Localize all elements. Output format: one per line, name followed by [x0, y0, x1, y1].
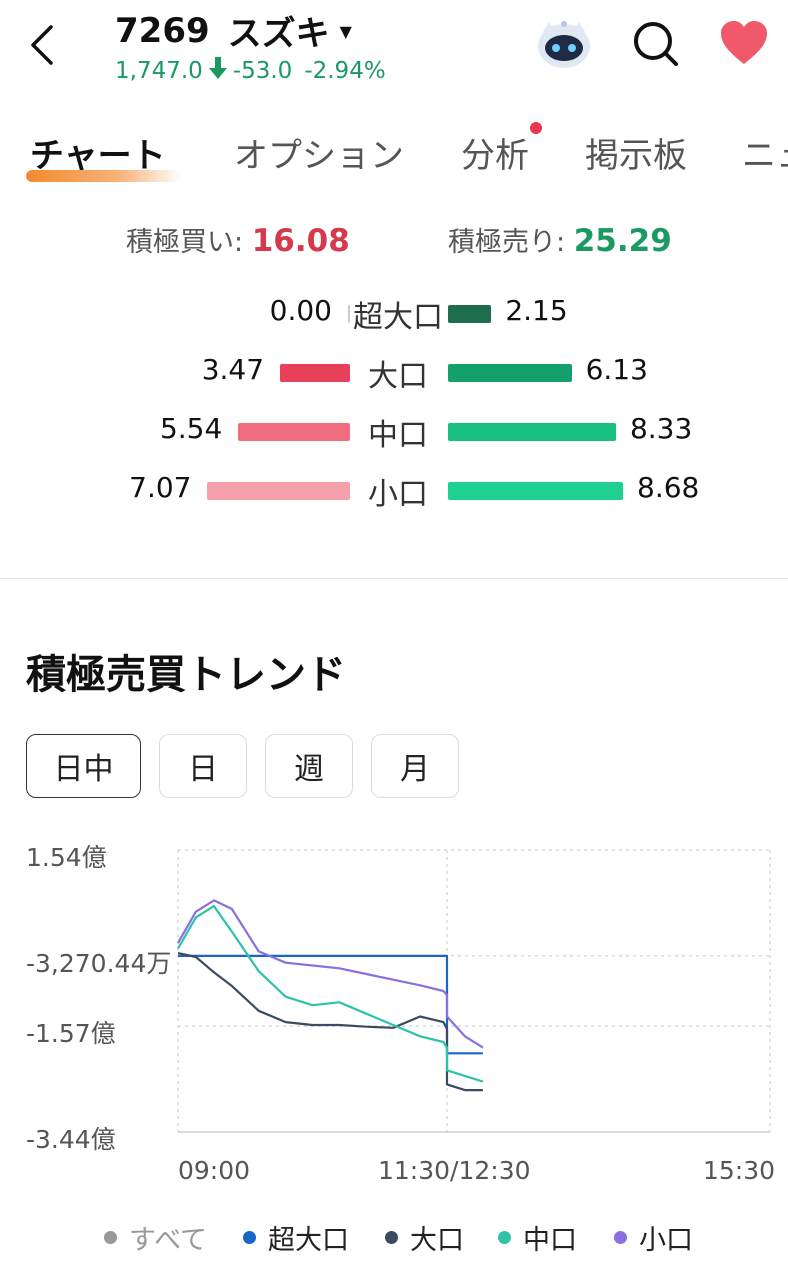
caret-down-icon: ▼ — [339, 22, 352, 41]
sell-value: 8.33 — [629, 412, 693, 445]
active-buy-value: 16.08 — [251, 223, 350, 259]
arrow-down-icon — [208, 57, 227, 85]
legend-label: 小口 — [639, 1225, 693, 1256]
search-button[interactable] — [630, 18, 682, 70]
legend-label: 超大口 — [268, 1225, 349, 1256]
search-icon — [634, 22, 678, 66]
tab-bar: チャート オプション 分析 掲示板 ニュ — [0, 128, 788, 188]
sell-value: 6.13 — [585, 353, 648, 386]
x-tick-label: 15:30 — [703, 1156, 776, 1185]
notification-dot — [530, 122, 542, 134]
sell-value: 2.15 — [505, 294, 568, 327]
flow-row: 3.47 大口 6.13 — [0, 349, 788, 394]
tab-news[interactable]: ニュ — [742, 128, 788, 177]
buy-value: 5.54 — [159, 412, 223, 445]
legend-item[interactable]: 中口 — [498, 1218, 577, 1257]
flow-row: 7.07 小口 8.68 — [0, 467, 788, 512]
period-intraday[interactable]: 日中 — [26, 734, 141, 798]
trend-title: 積極売買トレンド — [26, 652, 346, 698]
legend-dot — [498, 1231, 511, 1244]
flow-summary: 積極買い: 16.08 積極売り: 25.29 — [0, 220, 788, 264]
sell-bar — [448, 364, 572, 382]
period-week[interactable]: 週 — [265, 734, 353, 798]
header: 7269 スズキ ▼ 1,747.0 -53.0 -2.94% — [0, 0, 788, 100]
legend-dot — [243, 1231, 256, 1244]
large-order-line — [177, 952, 483, 1092]
sell-bar — [448, 305, 492, 323]
tab-options[interactable]: オプション — [234, 128, 404, 177]
period-day[interactable]: 日 — [159, 734, 247, 798]
legend-item[interactable]: 大口 — [385, 1218, 464, 1257]
stock-name: スズキ — [227, 14, 330, 54]
active-buy: 積極買い: 16.08 — [126, 220, 350, 259]
trend-chart — [177, 849, 771, 1133]
legend-dot — [385, 1231, 398, 1244]
legend-label: 大口 — [410, 1225, 464, 1256]
buy-bar — [238, 423, 350, 441]
medium-order-line — [177, 904, 484, 1083]
price-value: 1,747.0 — [115, 58, 203, 84]
legend-label: 中口 — [523, 1225, 577, 1256]
back-button[interactable] — [22, 20, 62, 70]
flow-label: 小口 — [368, 477, 428, 512]
chevron-left-icon — [31, 25, 53, 65]
legend-dot — [614, 1231, 627, 1244]
buy-value: 7.07 — [129, 471, 192, 504]
heart-icon — [721, 21, 767, 64]
active-sell: 積極売り: 25.29 — [448, 220, 672, 259]
buy-value: 3.47 — [201, 353, 265, 386]
buy-bar — [207, 482, 350, 500]
price-change-pct: -2.94% — [304, 58, 386, 84]
legend-item[interactable]: 小口 — [614, 1218, 693, 1257]
robot-assistant-icon[interactable] — [535, 18, 593, 70]
legend-item[interactable]: 超大口 — [243, 1218, 349, 1257]
flow-row: 5.54 中口 8.33 — [0, 408, 788, 453]
price-line: 1,747.0 -53.0 -2.94% — [115, 57, 386, 85]
sell-bar — [448, 482, 623, 500]
stock-selector[interactable]: 7269 スズキ ▼ — [115, 6, 352, 55]
active-sell-label: 積極売り: — [448, 227, 566, 258]
flow-label: 超大口 — [353, 300, 443, 335]
x-tick-label: 09:00 — [178, 1156, 251, 1185]
tab-board[interactable]: 掲示板 — [585, 128, 687, 177]
x-tick-label: 11:30/12:30 — [378, 1156, 531, 1185]
section-divider — [0, 578, 788, 579]
super-large-order-line — [178, 954, 483, 1055]
sell-bar — [448, 423, 616, 441]
period-month[interactable]: 月 — [371, 734, 459, 798]
legend-item[interactable]: すべて — [104, 1218, 207, 1257]
tab-analysis[interactable]: 分析 — [461, 128, 529, 177]
active-sell-value: 25.29 — [573, 223, 672, 259]
flow-row: 0.00 超大口 2.15 — [0, 290, 788, 335]
flow-label: 中口 — [368, 418, 428, 453]
buy-value: 0.00 — [269, 294, 332, 327]
favorite-button[interactable] — [718, 18, 770, 70]
legend-dot — [104, 1231, 117, 1244]
active-buy-label: 積極買い: — [126, 227, 244, 258]
price-change: -53.0 — [232, 58, 293, 84]
active-tab-indicator — [26, 170, 182, 182]
stock-code: 7269 — [115, 10, 210, 51]
chart-legend: すべて 超大口 大口 中口 小口 — [0, 1218, 788, 1258]
legend-label: すべて — [129, 1225, 208, 1256]
sell-value: 8.68 — [637, 471, 700, 504]
buy-bar — [280, 364, 350, 382]
flow-label: 大口 — [368, 359, 428, 394]
